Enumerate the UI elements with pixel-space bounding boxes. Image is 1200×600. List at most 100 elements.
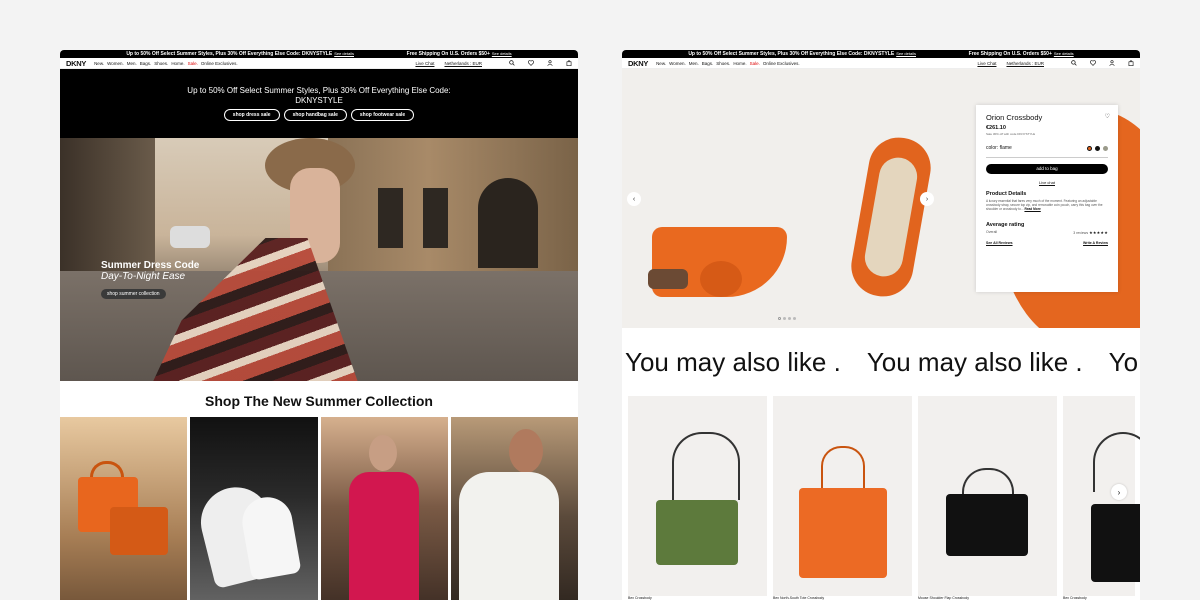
heart-icon[interactable] [527, 60, 534, 67]
nav-women[interactable]: Women. [669, 61, 686, 66]
user-icon[interactable] [546, 60, 553, 67]
nav-bags[interactable]: Bags. [140, 61, 152, 66]
collection-tile-sneakers[interactable] [190, 417, 318, 600]
ymal-title-partial: Yo [1108, 346, 1139, 377]
nav-online-exclusives[interactable]: Online Exclusives. [763, 61, 800, 66]
locale-selector[interactable]: Netherlands : EUR [444, 61, 482, 66]
nav-utilities: Live Chat Netherlands : EUR [977, 60, 1134, 67]
promo-shipping: Free Shipping On U.S. Orders $50+ See det… [406, 51, 512, 57]
nav-shoes[interactable]: Shoes. [716, 61, 730, 66]
caption-title: Summer Dress Code [101, 260, 200, 271]
nav-links: New. Women. Men. Bags. Shoes. Home. Sale… [94, 61, 238, 66]
nav-new[interactable]: New. [656, 61, 666, 66]
product-details-text: A luxury essential that fares very much … [986, 199, 1103, 212]
swatch-black[interactable] [1095, 145, 1100, 151]
nav-sale[interactable]: Sale. [750, 61, 760, 66]
product-card[interactable]: Bex North-South Tote Crossbody [773, 396, 912, 600]
gallery-next-arrow[interactable]: › [920, 192, 934, 206]
bag-icon[interactable] [565, 60, 572, 67]
add-to-bag-button[interactable]: add to bag [986, 164, 1108, 174]
section-title: Shop The New Summer Collection [205, 393, 433, 409]
logo[interactable]: DKNY [66, 59, 86, 68]
logo[interactable]: DKNY [628, 59, 648, 68]
nav-sale[interactable]: Sale. [188, 61, 198, 66]
card-image [656, 500, 738, 565]
carousel-next-arrow[interactable]: › [1111, 484, 1127, 500]
promo-hero: Up to 50% Off Select Summer Styles, Plus… [60, 69, 578, 138]
nav-links: New. Women. Men. Bags. Shoes. Home. Sale… [656, 61, 800, 66]
promo-bar: Up to 50% Off Select Summer Styles, Plus… [622, 50, 1140, 58]
rating-label: Overall [986, 229, 998, 234]
product-info-panel: ♡ Orion Crossbody €261.10 Sale 30% off w… [976, 105, 1118, 292]
product-name: Orion Crossbody [986, 113, 1043, 122]
wishlist-heart-icon[interactable]: ♡ [1105, 113, 1110, 120]
nav-home[interactable]: Home. [733, 61, 746, 66]
collection-tile-suit[interactable] [320, 417, 448, 600]
card-name[interactable]: Bex Crossbody [1063, 596, 1087, 600]
live-chat-link[interactable]: Live Chat [415, 61, 434, 66]
product-card[interactable]: Bex Crossbody [628, 396, 767, 600]
product-price: €261.10 [986, 125, 1006, 131]
shipping-details-link[interactable]: See details [492, 51, 512, 56]
nav-men[interactable]: Men. [689, 61, 699, 66]
nav-new[interactable]: New. [94, 61, 104, 66]
nav-shoes[interactable]: Shoes. [154, 61, 168, 66]
hero-caption: Summer Dress Code Day-To-Night Ease shop… [101, 260, 199, 300]
write-review-link[interactable]: Write A Review [1083, 241, 1108, 245]
locale-selector[interactable]: Netherlands : EUR [1006, 61, 1044, 66]
shipping-details-link[interactable]: See details [1054, 51, 1074, 56]
collection-grid [60, 417, 578, 600]
live-chat-link[interactable]: Live chat [986, 180, 1108, 185]
promo-details-link[interactable]: See details [896, 51, 916, 56]
live-chat-link[interactable]: Live Chat [977, 61, 996, 66]
card-image [946, 494, 1028, 556]
see-all-reviews-link[interactable]: See All Reviews [986, 241, 1013, 245]
ymal-title: You may also like . [625, 346, 841, 377]
shop-footwear-sale-button[interactable]: shop footwear sale [350, 109, 415, 121]
search-icon[interactable] [1070, 60, 1077, 67]
heart-icon[interactable] [1089, 60, 1096, 67]
reviews-count: 3 reviews [1073, 230, 1089, 235]
nav-men[interactable]: Men. [127, 61, 137, 66]
ymal-title-repeat: You may also like . [866, 346, 1083, 377]
color-label: color: flame [986, 145, 1012, 151]
caption-subtitle: Day-To-Night Ease [101, 271, 186, 282]
hero-headline: Up to 50% Off Select Summer Styles, Plus… [187, 86, 451, 95]
promo-bar: Up to 50% Off Select Summer Styles, Plus… [60, 50, 578, 58]
hero-code: DKNYSTYLE [295, 96, 343, 105]
nav-women[interactable]: Women. [107, 61, 124, 66]
recommendation-carousel: Bex Crossbody Bex North-South Tote Cross… [622, 396, 1140, 600]
main-nav: DKNY New. Women. Men. Bags. Shoes. Home.… [60, 58, 578, 69]
homepage-window: Up to 50% Off Select Summer Styles, Plus… [60, 50, 578, 600]
nav-bags[interactable]: Bags. [702, 61, 714, 66]
product-details-title: Product Details [986, 191, 1027, 197]
promo-details-link[interactable]: See details [334, 51, 354, 56]
read-more-link[interactable]: Read More [1024, 207, 1040, 211]
product-card[interactable]: Bex Crossbody › [1063, 396, 1140, 600]
collection-tile-shirt[interactable] [450, 417, 578, 600]
swatch-flame[interactable] [1087, 145, 1092, 151]
shop-handbag-sale-button[interactable]: shop handbag sale [283, 109, 347, 121]
nav-home[interactable]: Home. [171, 61, 184, 66]
shop-dress-sale-button[interactable]: shop dress sale [223, 109, 280, 121]
product-page-window: Up to 50% Off Select Summer Styles, Plus… [622, 50, 1140, 600]
product-card[interactable]: Mouse Shoulder Flap Crossbody [918, 396, 1057, 600]
shop-summer-collection-button[interactable]: shop summer collection [101, 289, 166, 299]
collection-tile-bags[interactable] [60, 417, 188, 600]
card-name[interactable]: Bex North-South Tote Crossbody [773, 596, 824, 600]
gallery-dots[interactable] [778, 317, 796, 320]
card-name[interactable]: Mouse Shoulder Flap Crossbody [918, 596, 969, 600]
main-nav: DKNY New. Women. Men. Bags. Shoes. Home.… [622, 58, 1140, 69]
card-name[interactable]: Bex Crossbody [628, 596, 652, 600]
nav-utilities: Live Chat Netherlands : EUR [415, 60, 572, 67]
bag-icon[interactable] [1127, 60, 1134, 67]
swatch-grey[interactable] [1103, 145, 1108, 151]
gallery-prev-arrow[interactable]: ‹ [627, 192, 641, 206]
search-icon[interactable] [508, 60, 515, 67]
star-rating: ★★★★★ [1089, 229, 1108, 235]
card-image [799, 488, 887, 578]
user-icon[interactable] [1108, 60, 1115, 67]
color-selector: color: flame [986, 145, 1108, 151]
hero-image[interactable]: Summer Dress Code Day-To-Night Ease shop… [60, 138, 578, 381]
nav-online-exclusives[interactable]: Online Exclusives. [201, 61, 238, 66]
